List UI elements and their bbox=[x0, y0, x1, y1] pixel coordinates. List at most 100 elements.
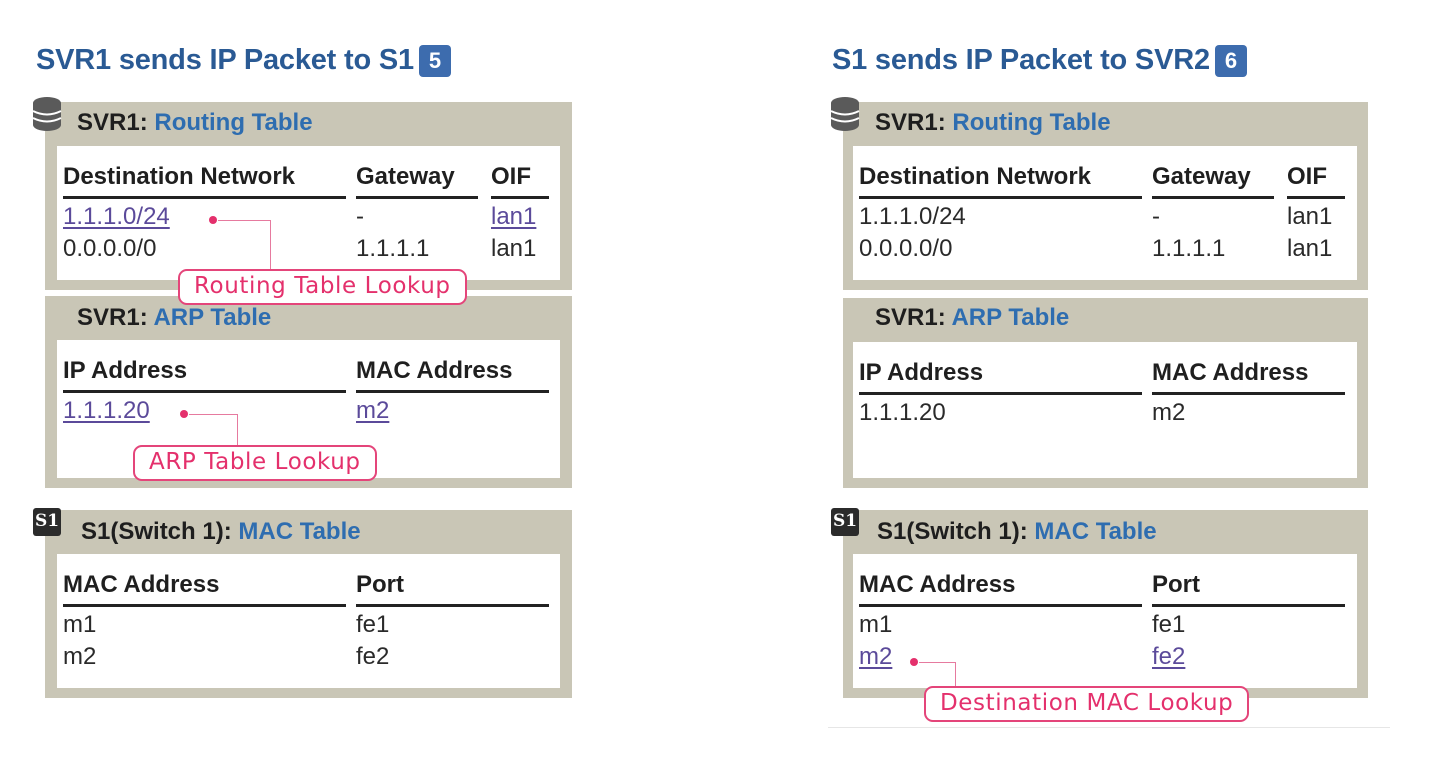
table-name: ARP Table bbox=[951, 304, 1070, 331]
table-cell: - bbox=[1152, 203, 1160, 230]
table-cell: lan1 bbox=[491, 235, 537, 262]
switch-s1-icon: S1 bbox=[831, 508, 859, 536]
arp-table-frame: SVR1: ARP Table IP Address 1.1.1.20 MAC … bbox=[843, 298, 1368, 488]
header-rule bbox=[491, 196, 549, 199]
table-cell: fe2 bbox=[356, 643, 390, 670]
header-rule bbox=[1287, 196, 1345, 199]
column-header: IP Address bbox=[859, 359, 984, 386]
table-name: ARP Table bbox=[153, 304, 272, 331]
table-name: Routing Table bbox=[952, 109, 1111, 136]
arp-table-body: IP Address 1.1.1.20 MAC Address m2 bbox=[853, 342, 1357, 478]
routing-table-header: SVR1: Routing Table bbox=[45, 102, 572, 146]
table-cell[interactable]: fe2 bbox=[1152, 641, 1345, 673]
header-rule bbox=[63, 390, 346, 393]
routing-lookup-callout: Routing Table Lookup bbox=[178, 269, 467, 305]
table-name: Routing Table bbox=[154, 109, 313, 136]
header-rule bbox=[859, 392, 1142, 395]
panel-title: S1 sends IP Packet to SVR2 6 bbox=[832, 44, 1247, 77]
destination-mac-lookup-callout: Destination MAC Lookup bbox=[924, 686, 1250, 722]
column-mac-address: MAC Address m2 bbox=[356, 354, 549, 427]
table-cell: m2 bbox=[63, 643, 97, 670]
table-cell: 1.1.1.20 bbox=[859, 399, 946, 426]
table-cell: 1.1.1.1 bbox=[356, 235, 430, 262]
table-cell: lan1 bbox=[1287, 203, 1333, 230]
panel-title-text: S1 sends IP Packet to SVR2 bbox=[832, 44, 1210, 76]
table-cell[interactable]: m2 bbox=[356, 395, 549, 427]
header-rule bbox=[63, 604, 346, 607]
column-header: Gateway bbox=[356, 163, 455, 190]
table-name: MAC Table bbox=[238, 518, 361, 545]
table-cell: lan1 bbox=[1287, 235, 1333, 262]
table-owner: SVR1: bbox=[875, 109, 946, 136]
table-cell: m1 bbox=[63, 611, 97, 638]
mac-table-header: S1(Switch 1): MAC Table bbox=[45, 510, 572, 554]
table-owner: SVR1: bbox=[77, 109, 148, 136]
divider bbox=[828, 727, 1390, 728]
routing-table-frame: SVR1: Routing Table Destination Network … bbox=[843, 102, 1368, 290]
routing-table-frame: SVR1: Routing Table Destination Network … bbox=[45, 102, 572, 290]
table-cell[interactable]: m2 bbox=[859, 641, 1142, 673]
column-header: OIF bbox=[1287, 163, 1327, 190]
column-ip-address: IP Address 1.1.1.20 bbox=[859, 356, 1142, 429]
routing-table-body: Destination Network 1.1.1.0/24 0.0.0.0/0… bbox=[853, 146, 1357, 280]
table-cell: fe1 bbox=[1152, 611, 1186, 638]
callout-connector bbox=[189, 414, 238, 448]
column-header: MAC Address bbox=[1152, 359, 1309, 386]
header-rule bbox=[1152, 392, 1345, 395]
column-header: OIF bbox=[491, 163, 531, 190]
header-rule bbox=[1152, 196, 1274, 199]
mac-table-frame: S1(Switch 1): MAC Table MAC Address m1 m… bbox=[45, 510, 572, 698]
table-cell: fe1 bbox=[356, 611, 390, 638]
panel-title-text: SVR1 sends IP Packet to S1 bbox=[36, 44, 414, 76]
step-badge: 6 bbox=[1214, 44, 1247, 77]
column-header: Gateway bbox=[1152, 163, 1251, 190]
header-rule bbox=[63, 196, 346, 199]
callout-dot bbox=[910, 658, 918, 666]
column-oif: OIF lan1 lan1 bbox=[491, 160, 549, 265]
callout-dot bbox=[180, 410, 188, 418]
table-owner: S1(Switch 1): bbox=[81, 518, 232, 545]
column-header: Destination Network bbox=[859, 163, 1092, 190]
callout-connector bbox=[218, 220, 271, 273]
column-header: MAC Address bbox=[356, 357, 513, 384]
column-destination: Destination Network 1.1.1.0/24 0.0.0.0/0 bbox=[63, 160, 346, 265]
callout-connector bbox=[919, 662, 956, 689]
routing-table-body: Destination Network 1.1.1.0/24 0.0.0.0/0… bbox=[57, 146, 560, 280]
database-icon bbox=[32, 97, 62, 131]
column-mac-address: MAC Address m1 m2 bbox=[63, 568, 346, 673]
table-cell: - bbox=[356, 203, 364, 230]
header-rule bbox=[356, 196, 478, 199]
column-mac-address: MAC Address m1 m2 bbox=[859, 568, 1142, 673]
column-oif: OIF lan1 lan1 bbox=[1287, 160, 1345, 265]
column-port: Port fe1 fe2 bbox=[356, 568, 549, 673]
panel-step-6: S1 sends IP Packet to SVR2 6 SVR1: Routi… bbox=[796, 0, 1416, 776]
table-cell[interactable]: lan1 bbox=[491, 201, 549, 233]
arp-lookup-callout: ARP Table Lookup bbox=[133, 445, 377, 481]
mac-table-header: S1(Switch 1): MAC Table bbox=[843, 510, 1368, 554]
table-owner: SVR1: bbox=[77, 304, 148, 331]
table-cell: 1.1.1.0/24 bbox=[859, 203, 966, 230]
mac-table-body: MAC Address m1 m2 Port fe1 fe2 bbox=[57, 554, 560, 688]
header-rule bbox=[859, 604, 1142, 607]
table-cell: m2 bbox=[1152, 399, 1186, 426]
table-owner: SVR1: bbox=[875, 304, 946, 331]
column-header: Destination Network bbox=[63, 163, 296, 190]
callout-dot bbox=[209, 216, 217, 224]
switch-s1-icon: S1 bbox=[33, 508, 61, 536]
column-destination: Destination Network 1.1.1.0/24 0.0.0.0/0 bbox=[859, 160, 1142, 265]
panel-title: SVR1 sends IP Packet to S1 5 bbox=[36, 44, 451, 77]
table-name: MAC Table bbox=[1034, 518, 1157, 545]
column-header: MAC Address bbox=[63, 571, 220, 598]
routing-table-header: SVR1: Routing Table bbox=[843, 102, 1368, 146]
column-header: MAC Address bbox=[859, 571, 1016, 598]
step-badge: 5 bbox=[418, 44, 451, 77]
column-mac-address: MAC Address m2 bbox=[1152, 356, 1345, 429]
table-cell: 0.0.0.0/0 bbox=[63, 235, 157, 262]
panel-step-5: SVR1 sends IP Packet to S1 5 SVR1: Routi… bbox=[0, 0, 620, 776]
column-header: IP Address bbox=[63, 357, 188, 384]
column-header: Port bbox=[1152, 571, 1200, 598]
header-rule bbox=[356, 604, 549, 607]
table-cell[interactable]: 1.1.1.0/24 bbox=[63, 201, 170, 233]
table-cell: m1 bbox=[859, 611, 893, 638]
header-rule bbox=[1152, 604, 1345, 607]
